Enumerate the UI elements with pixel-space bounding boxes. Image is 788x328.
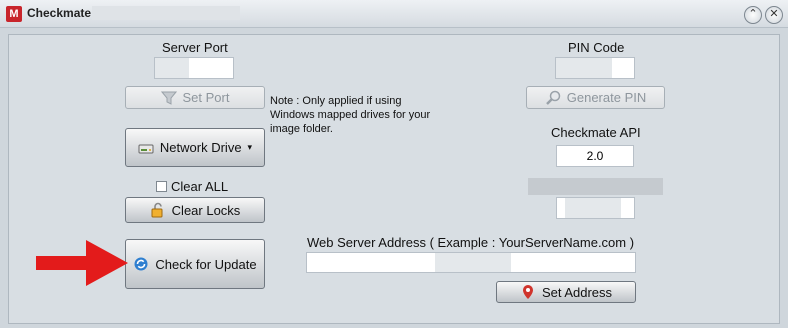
- minimize-button[interactable]: ⌃: [744, 6, 762, 24]
- network-drive-button[interactable]: Network Drive ▾: [125, 128, 265, 167]
- web-server-label: Web Server Address ( Example : YourServe…: [307, 235, 635, 250]
- set-port-button[interactable]: Set Port: [125, 86, 265, 109]
- set-address-label: Set Address: [541, 284, 613, 300]
- pin-code-input[interactable]: [555, 57, 635, 79]
- network-drive-label: Network Drive: [159, 140, 242, 155]
- clear-locks-button[interactable]: Clear Locks: [125, 197, 265, 223]
- pin-code-label: PIN Code: [568, 40, 625, 55]
- generate-pin-label: Generate PIN: [566, 90, 647, 105]
- funnel-icon: [160, 90, 177, 106]
- set-port-label: Set Port: [182, 90, 230, 105]
- title-bar: M Checkmate ⌃ ✕: [0, 0, 788, 28]
- network-drive-note: Note : Only applied if using Windows map…: [270, 95, 431, 135]
- clear-all-label: Clear ALL: [171, 179, 229, 194]
- drive-icon: [138, 140, 154, 156]
- check-update-button[interactable]: Check for Update: [125, 239, 265, 289]
- checkmate-api-value: 2.0: [586, 149, 604, 163]
- annotation-arrow-icon: [36, 240, 128, 286]
- web-server-input[interactable]: [306, 252, 636, 273]
- clear-locks-label: Clear Locks: [171, 202, 241, 218]
- map-pin-icon: [520, 284, 536, 300]
- app-logo-icon: M: [6, 6, 22, 22]
- set-address-button[interactable]: Set Address: [496, 281, 636, 303]
- lock-icon: [150, 202, 166, 218]
- chevron-down-icon: ▾: [247, 142, 253, 152]
- generate-pin-button[interactable]: Generate PIN: [526, 86, 665, 109]
- server-port-input[interactable]: [154, 57, 234, 79]
- close-button[interactable]: ✕: [765, 6, 783, 24]
- clear-all-checkbox[interactable]: [156, 181, 167, 192]
- pin-code-value: [556, 58, 634, 78]
- checkmate-api-input[interactable]: 2.0: [556, 145, 634, 167]
- check-update-label: Check for Update: [155, 256, 257, 272]
- refresh-icon: [133, 256, 149, 272]
- close-icon: ✕: [769, 8, 779, 20]
- redacted-label: [528, 178, 663, 195]
- redacted-input[interactable]: [556, 197, 635, 219]
- web-server-value: [307, 253, 635, 272]
- window-title: Checkmate: [27, 6, 92, 20]
- server-port-label: Server Port: [162, 40, 228, 55]
- redacted-input-value: [565, 198, 621, 218]
- server-port-value: [155, 58, 233, 78]
- checkmate-api-label: Checkmate API: [551, 125, 641, 140]
- chevron-up-icon: ⌃: [748, 8, 758, 20]
- magnifier-icon: [545, 90, 561, 106]
- title-redacted: [92, 6, 240, 20]
